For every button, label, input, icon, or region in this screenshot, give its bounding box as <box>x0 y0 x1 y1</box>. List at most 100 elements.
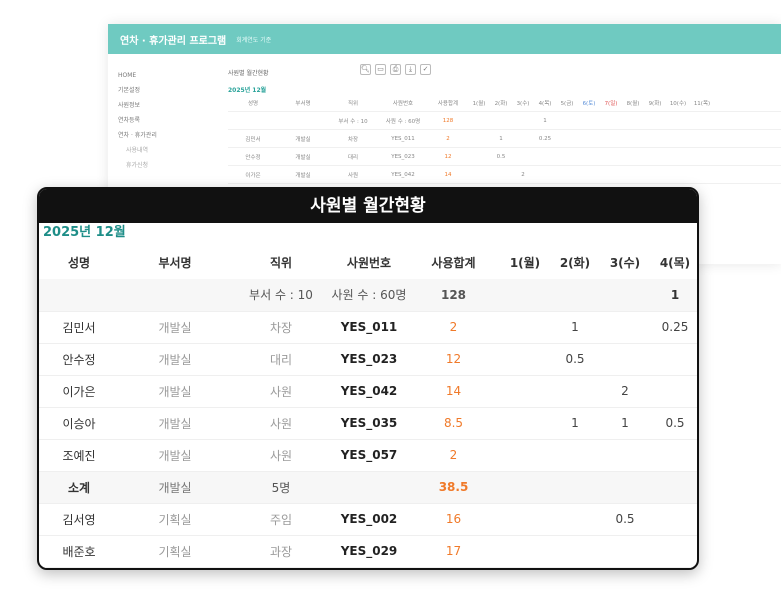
bg-cell: 부서 수 : 10 <box>338 118 368 125</box>
subtotal-d1 <box>500 471 550 504</box>
position: 대리 <box>231 343 331 376</box>
bg-cell: 2 <box>446 135 450 142</box>
col-header-d1[interactable]: 1(월) <box>500 245 550 279</box>
bg-col-dept: 부서명 <box>295 100 311 107</box>
bg-cell: 1 <box>543 117 547 124</box>
col-header-d4[interactable]: 4(목) <box>650 245 697 279</box>
monthly-report-table: 성명 부서명 직위 사원번호 사용합계 1(월) 2(화) 3(수) 4(목) … <box>39 245 697 568</box>
position: 주임 <box>231 503 331 536</box>
usage-total: 8.5 <box>407 407 500 440</box>
background-row: 안수정 개발실 대리 YES_023 12 0.5 <box>228 148 781 166</box>
bg-col-d1: 1(월) <box>472 100 486 107</box>
day-1 <box>500 407 550 440</box>
nav-item-usage[interactable]: 사용내역 <box>118 143 208 158</box>
position: 차장 <box>231 311 331 344</box>
col-header-name[interactable]: 성명 <box>39 245 119 279</box>
subtotal-row: 소계 개발실 5명 38.5 <box>39 471 697 504</box>
bg-cell: 12 <box>444 153 452 160</box>
col-header-emp-no[interactable]: 사원번호 <box>331 245 407 279</box>
monitor-icon[interactable]: ▭ <box>375 64 386 75</box>
download-icon[interactable]: ⤓ <box>405 64 416 75</box>
col-header-dept[interactable]: 부서명 <box>119 245 231 279</box>
col-header-position[interactable]: 직위 <box>231 245 331 279</box>
nav-item-leave-management[interactable]: 연차 · 휴가관리 <box>118 128 208 143</box>
day-3: 2 <box>600 375 650 408</box>
bg-cell: 개발실 <box>295 172 311 179</box>
department: 개발실 <box>119 407 231 440</box>
search-icon[interactable]: 🔍︎ <box>360 64 371 75</box>
day-4: 0.5 <box>650 407 697 440</box>
monthly-report-card: 사원별 월간현황 2025년 12월 성명 부서명 직위 사원번호 사용합계 1… <box>37 187 699 570</box>
department: 기획실 <box>119 535 231 568</box>
table-row[interactable]: 이승아 개발실 사원 YES_035 8.5 1 1 0.5 <box>39 407 697 440</box>
day-2 <box>550 535 600 568</box>
subtotal-d4 <box>650 471 697 504</box>
nav-item-employees[interactable]: 사원정보 <box>118 98 208 113</box>
usage-total: 14 <box>407 375 500 408</box>
summary-d3 <box>600 279 650 312</box>
bg-cell: 개발실 <box>295 154 311 161</box>
bg-col-total: 사용합계 <box>437 100 459 107</box>
day-4 <box>650 535 697 568</box>
day-1 <box>500 375 550 408</box>
bg-col-d3: 3(수) <box>516 100 530 107</box>
day-3 <box>600 439 650 472</box>
employee-name: 배준호 <box>39 535 119 568</box>
day-1 <box>500 535 550 568</box>
day-1 <box>500 311 550 344</box>
print-icon[interactable]: ⎙ <box>390 64 401 75</box>
day-3: 0.5 <box>600 503 650 536</box>
bg-col-d8: 8(월) <box>626 100 640 107</box>
employee-name: 조예진 <box>39 439 119 472</box>
dept-count: 부서 수 : 10 <box>231 279 331 312</box>
table-row[interactable]: 배준호 기획실 과장 YES_029 17 <box>39 535 697 568</box>
subtotal-dept: 개발실 <box>119 471 231 504</box>
day-3 <box>600 343 650 376</box>
nav-item-leave-register[interactable]: 연차등록 <box>118 113 208 128</box>
bg-col-d9: 9(화) <box>648 100 662 107</box>
day-2: 1 <box>550 311 600 344</box>
department: 개발실 <box>119 439 231 472</box>
day-2: 0.5 <box>550 343 600 376</box>
usage-total: 2 <box>407 439 500 472</box>
summary-dept-cell <box>119 279 231 312</box>
table-row[interactable]: 김민서 개발실 차장 YES_011 2 1 0.25 <box>39 311 697 344</box>
bg-col-empno: 사원번호 <box>392 100 414 107</box>
bg-col-d5: 5(금) <box>560 100 574 107</box>
table-row[interactable]: 조예진 개발실 사원 YES_057 2 <box>39 439 697 472</box>
year-month-label: 2025년 12월 <box>43 225 126 240</box>
subtotal-count: 5명 <box>231 471 331 504</box>
day-4 <box>650 375 697 408</box>
nav-item-leave-request[interactable]: 휴가신청 <box>118 158 208 173</box>
employee-name: 이승아 <box>39 407 119 440</box>
department: 기획실 <box>119 503 231 536</box>
subtotal-d2 <box>550 471 600 504</box>
employee-number: YES_035 <box>331 407 407 440</box>
col-header-d2[interactable]: 2(화) <box>550 245 600 279</box>
bg-col-d10: 10(수) <box>669 100 687 107</box>
table-row[interactable]: 안수정 개발실 대리 YES_023 12 0.5 <box>39 343 697 376</box>
subtotal-d3 <box>600 471 650 504</box>
table-row[interactable]: 김서영 기획실 주임 YES_002 16 0.5 <box>39 503 697 536</box>
bg-cell: 사원 <box>347 172 359 179</box>
day-4 <box>650 503 697 536</box>
nav-item-settings[interactable]: 기본설정 <box>118 83 208 98</box>
day-3 <box>600 535 650 568</box>
summary-total: 128 <box>407 279 500 312</box>
bg-col-d4: 4(목) <box>538 100 552 107</box>
day-1 <box>500 439 550 472</box>
check-icon[interactable]: ✓ <box>420 64 431 75</box>
bg-cell: 개발실 <box>295 136 311 143</box>
table-row[interactable]: 이가은 개발실 사원 YES_042 14 2 <box>39 375 697 408</box>
background-toolbar: 🔍︎ ▭ ⎙ ⤓ ✓ <box>360 64 431 75</box>
subtotal-total: 38.5 <box>407 471 500 504</box>
employee-number: YES_057 <box>331 439 407 472</box>
nav-item-home[interactable]: HOME <box>118 68 208 83</box>
col-header-d3[interactable]: 3(수) <box>600 245 650 279</box>
background-row: 김민서 개발실 차장 YES_011 2 1 0.25 <box>228 130 781 148</box>
day-1 <box>500 503 550 536</box>
bg-cell: 안수정 <box>245 154 261 161</box>
col-header-total[interactable]: 사용합계 <box>407 245 500 279</box>
bg-cell: 2 <box>521 171 525 178</box>
bg-cell: YES_011 <box>391 135 415 142</box>
